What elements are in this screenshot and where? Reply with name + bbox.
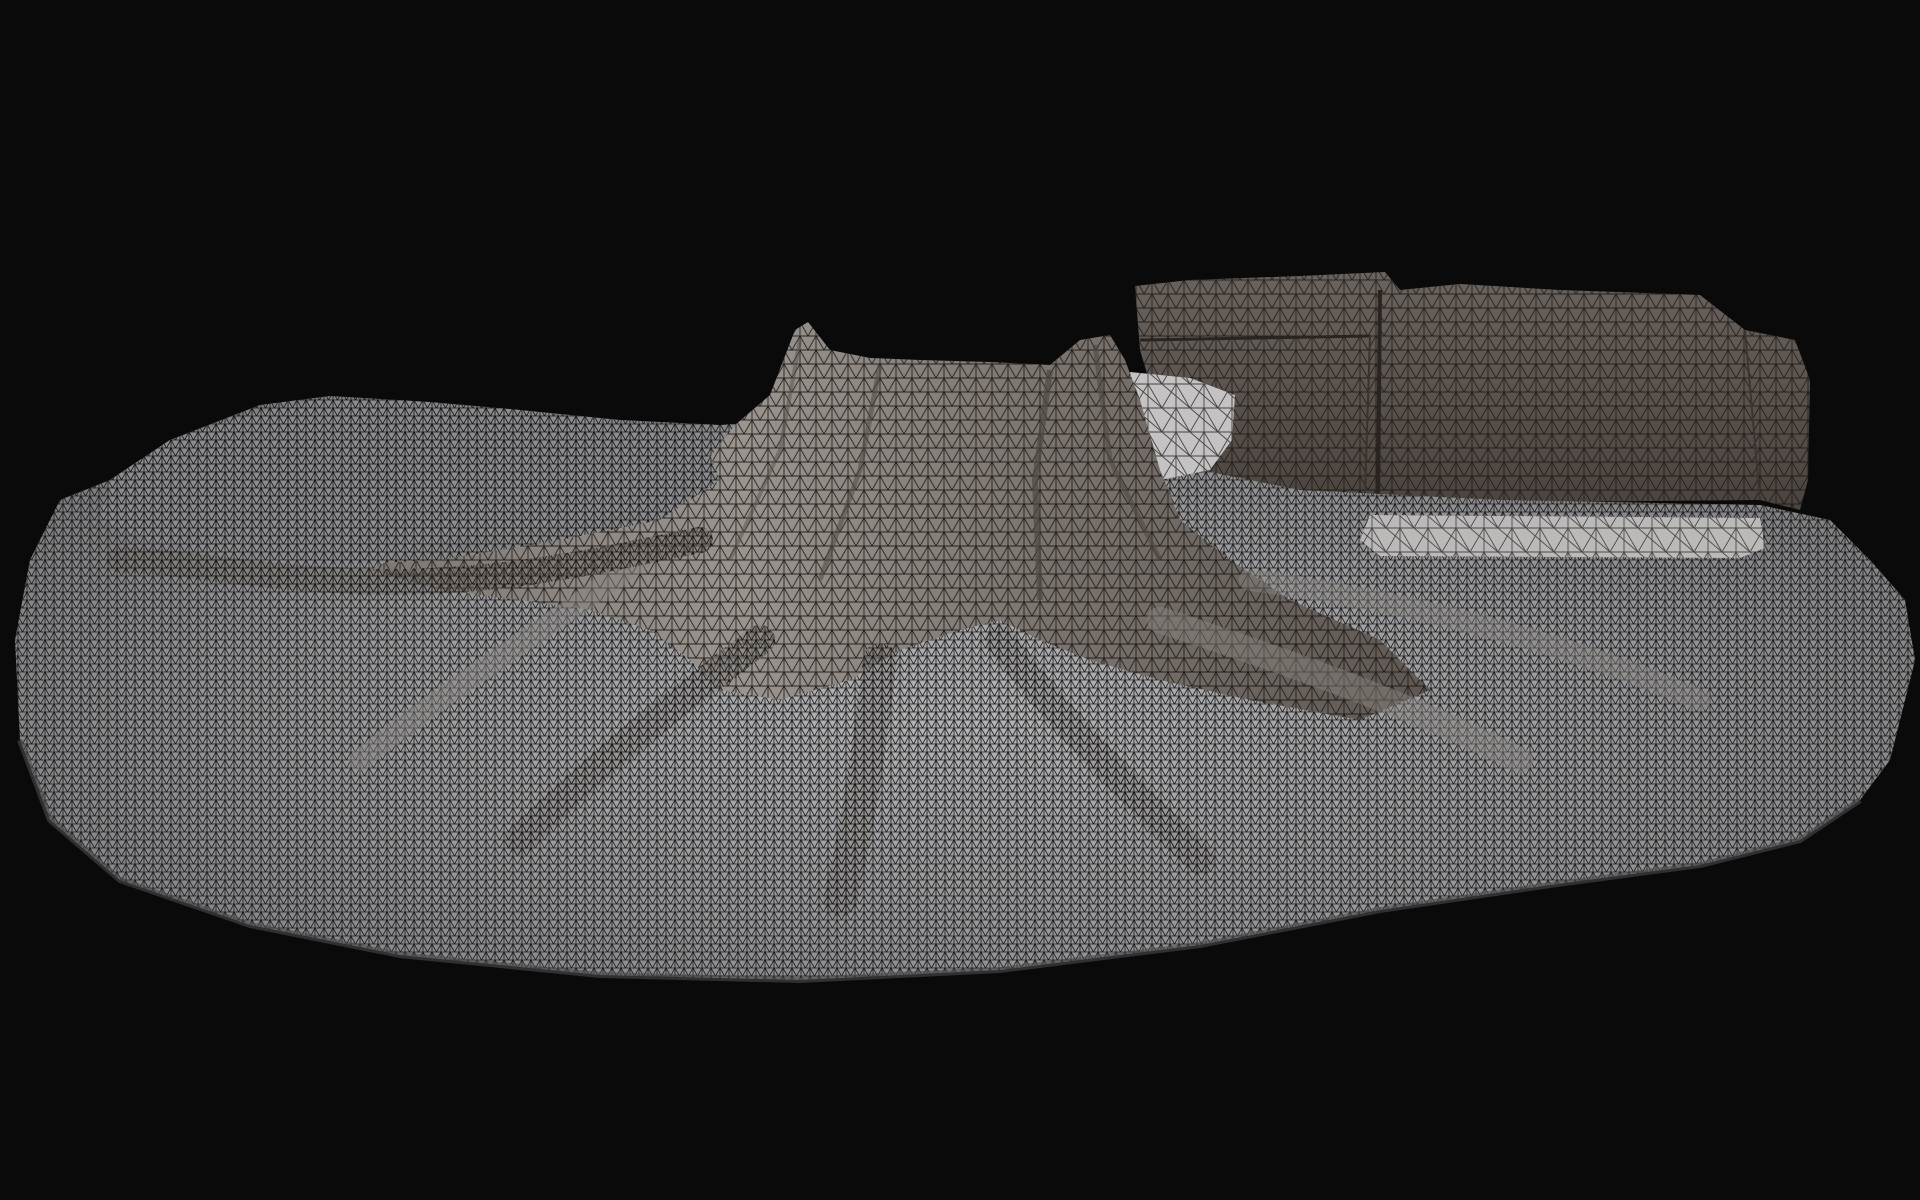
stone-wall xyxy=(1135,272,1810,510)
mesh-render xyxy=(15,272,1915,984)
stone-slab xyxy=(1360,515,1765,558)
3d-viewport[interactable] xyxy=(0,0,1920,1200)
